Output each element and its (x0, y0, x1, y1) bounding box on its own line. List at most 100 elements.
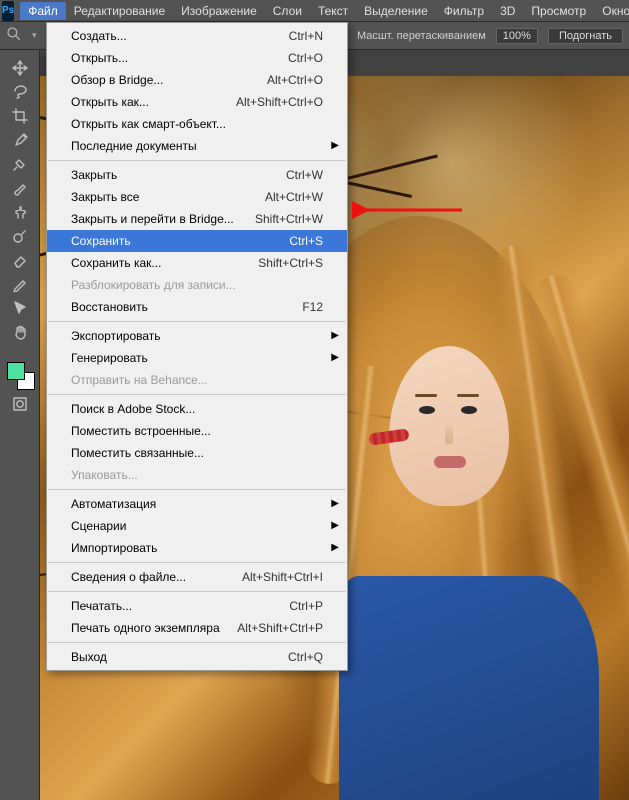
menu-item[interactable]: Создать...Ctrl+N (47, 25, 347, 47)
submenu-arrow-icon: ▶ (331, 518, 339, 534)
menu-редактирование[interactable]: Редактирование (66, 2, 173, 20)
foreground-swatch[interactable] (7, 362, 25, 380)
menu-item-label: Обзор в Bridge... (71, 72, 267, 88)
menu-item[interactable]: Открыть...Ctrl+O (47, 47, 347, 69)
menu-item[interactable]: Поместить связанные... (47, 442, 347, 464)
menu-separator (48, 394, 346, 395)
menu-слои[interactable]: Слои (265, 2, 310, 20)
menu-item: Отправить на Behance... (47, 369, 347, 391)
menu-separator (48, 160, 346, 161)
menu-item-shortcut: Shift+Ctrl+W (255, 211, 323, 227)
menu-item-label: Сценарии (71, 518, 323, 534)
menu-item-shortcut: Alt+Shift+Ctrl+O (236, 94, 323, 110)
menu-item[interactable]: Печать одного экземпляраAlt+Shift+Ctrl+P (47, 617, 347, 639)
dodge-tool[interactable] (6, 224, 34, 248)
menu-item-label: Экспортировать (71, 328, 323, 344)
menu-item[interactable]: Автоматизация ▶ (47, 493, 347, 515)
menu-item[interactable]: Экспортировать ▶ (47, 325, 347, 347)
menu-item[interactable]: Поиск в Adobe Stock... (47, 398, 347, 420)
menu-файл[interactable]: Файл (20, 2, 66, 20)
drag-zoom-label: Масшт. перетаскиванием (357, 30, 486, 42)
menu-item[interactable]: СохранитьCtrl+S (47, 230, 347, 252)
menu-item-label: Печатать... (71, 598, 289, 614)
menubar: Ps ФайлРедактированиеИзображениеСлоиТекс… (0, 0, 629, 22)
menu-окно[interactable]: Окно (594, 2, 629, 20)
menu-item-shortcut: Ctrl+P (289, 598, 323, 614)
menu-просмотр[interactable]: Просмотр (523, 2, 594, 20)
menu-item[interactable]: Печатать...Ctrl+P (47, 595, 347, 617)
menu-item-label: Поиск в Adobe Stock... (71, 401, 323, 417)
menu-item-label: Поместить встроенные... (71, 423, 323, 439)
menu-выделение[interactable]: Выделение (356, 2, 436, 20)
menu-item-shortcut: F12 (302, 299, 323, 315)
submenu-arrow-icon: ▶ (331, 496, 339, 512)
submenu-arrow-icon: ▶ (331, 350, 339, 366)
eraser-tool[interactable] (6, 248, 34, 272)
menu-item[interactable]: Сохранить как...Shift+Ctrl+S (47, 252, 347, 274)
brush-tool[interactable] (6, 176, 34, 200)
menu-item-shortcut: Alt+Shift+Ctrl+P (237, 620, 323, 636)
menu-item[interactable]: Закрыть всеAlt+Ctrl+W (47, 186, 347, 208)
menu-item-label: Генерировать (71, 350, 323, 366)
submenu-arrow-icon: ▶ (331, 540, 339, 556)
pen-tool[interactable] (6, 272, 34, 296)
menu-item[interactable]: ЗакрытьCtrl+W (47, 164, 347, 186)
fit-screen-button[interactable]: Подогнать (548, 28, 623, 44)
menu-item-label: Сведения о файле... (71, 569, 242, 585)
menu-изображение[interactable]: Изображение (173, 2, 265, 20)
menu-item[interactable]: Генерировать ▶ (47, 347, 347, 369)
menu-текст[interactable]: Текст (310, 2, 356, 20)
file-menu-dropdown: Создать...Ctrl+NОткрыть...Ctrl+OОбзор в … (46, 22, 348, 671)
menu-фильтр[interactable]: Фильтр (436, 2, 492, 20)
move-tool[interactable] (6, 56, 34, 80)
menu-item-shortcut: Alt+Ctrl+O (267, 72, 323, 88)
menu-item-shortcut: Alt+Ctrl+W (265, 189, 323, 205)
eyedropper-tool[interactable] (6, 128, 34, 152)
heal-tool[interactable] (6, 152, 34, 176)
menu-item[interactable]: ВыходCtrl+Q (47, 646, 347, 668)
menu-item-label: Открыть как смарт-объект... (71, 116, 323, 132)
menu-item-shortcut: Ctrl+W (286, 167, 323, 183)
menu-item-shortcut: Ctrl+S (289, 233, 323, 249)
color-swatches[interactable] (5, 360, 35, 390)
menu-item[interactable]: Поместить встроенные... (47, 420, 347, 442)
submenu-arrow-icon: ▶ (331, 328, 339, 344)
zoom-value-field[interactable]: 100% (496, 28, 538, 44)
annotation-arrow (352, 200, 472, 220)
menu-item-shortcut: Alt+Shift+Ctrl+I (242, 569, 323, 585)
menu-item-label: Выход (71, 649, 288, 665)
menu-item: Упаковать... (47, 464, 347, 486)
menu-item[interactable]: Сведения о файле...Alt+Shift+Ctrl+I (47, 566, 347, 588)
menu-item[interactable]: Открыть как...Alt+Shift+Ctrl+O (47, 91, 347, 113)
menu-3d[interactable]: 3D (492, 2, 523, 20)
clone-tool[interactable] (6, 200, 34, 224)
crop-tool[interactable] (6, 104, 34, 128)
menu-item-label: Последние документы (71, 138, 323, 154)
menu-item-label: Сохранить (71, 233, 289, 249)
menu-item-label: Упаковать... (71, 467, 323, 483)
menu-item[interactable]: Сценарии ▶ (47, 515, 347, 537)
menu-item-label: Автоматизация (71, 496, 323, 512)
menu-separator (48, 591, 346, 592)
lasso-tool[interactable] (6, 80, 34, 104)
menu-item-shortcut: Ctrl+Q (288, 649, 323, 665)
menu-item[interactable]: Обзор в Bridge...Alt+Ctrl+O (47, 69, 347, 91)
path-select-tool[interactable] (6, 296, 34, 320)
tool-preset-dropdown[interactable]: ▾ (32, 30, 37, 41)
menu-item-label: Восстановить (71, 299, 302, 315)
menu-item-shortcut: Shift+Ctrl+S (258, 255, 323, 271)
tools-panel (0, 50, 40, 800)
zoom-tool-icon (6, 26, 22, 45)
menu-item[interactable]: Импортировать▶ (47, 537, 347, 559)
menu-separator (48, 321, 346, 322)
menu-item[interactable]: Закрыть и перейти в Bridge...Shift+Ctrl+… (47, 208, 347, 230)
menu-item[interactable]: ВосстановитьF12 (47, 296, 347, 318)
menu-item-label: Закрыть все (71, 189, 265, 205)
menu-item: Разблокировать для записи... (47, 274, 347, 296)
menu-item[interactable]: Последние документы▶ (47, 135, 347, 157)
menu-item-label: Открыть как... (71, 94, 236, 110)
hand-tool[interactable] (6, 320, 34, 344)
quick-mask-icon[interactable] (6, 392, 34, 416)
menu-item[interactable]: Открыть как смарт-объект... (47, 113, 347, 135)
menu-separator (48, 562, 346, 563)
